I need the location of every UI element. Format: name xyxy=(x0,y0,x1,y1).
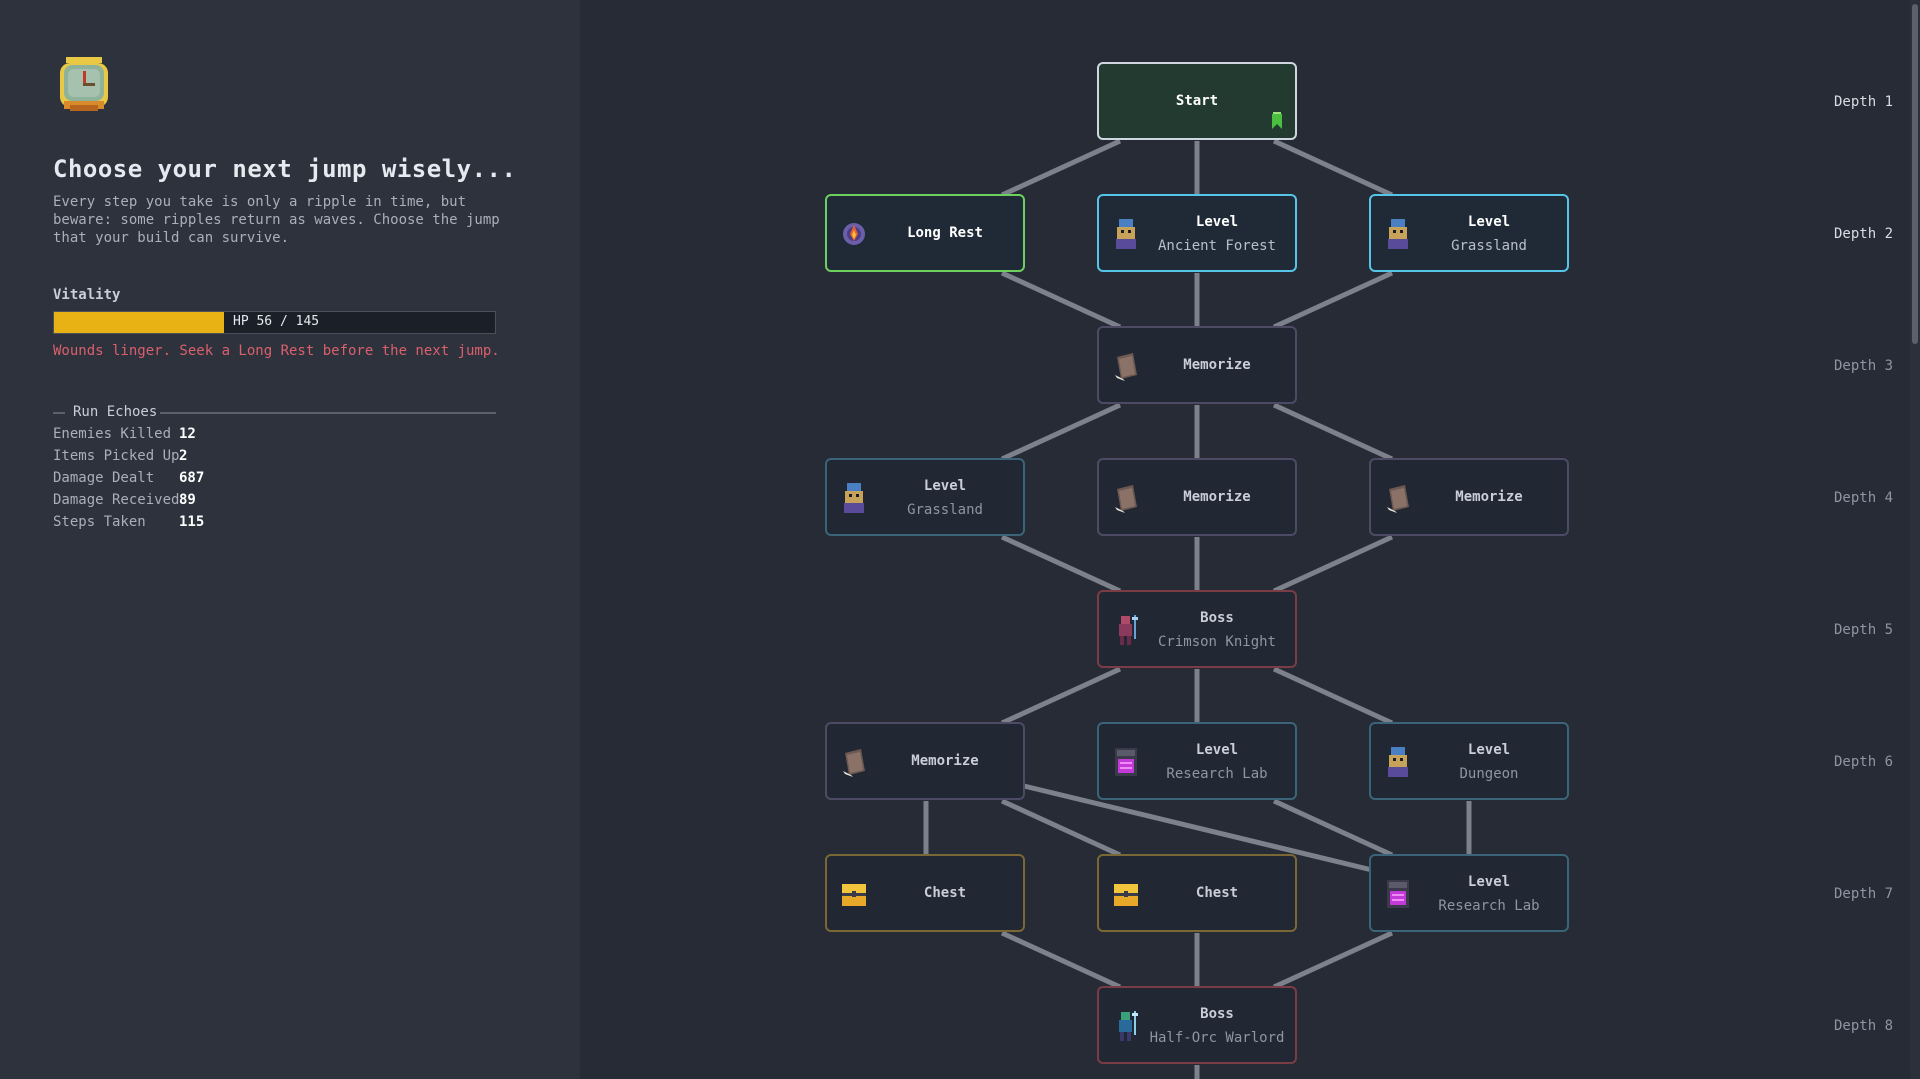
node-subtitle: Grassland xyxy=(907,502,983,518)
node-title: Chest xyxy=(923,885,967,901)
node-memorize[interactable]: Memorize xyxy=(1097,326,1297,404)
node-title: Memorize xyxy=(1455,489,1523,505)
treasure-chest-icon xyxy=(1114,884,1138,906)
depth-label: Depth 3 xyxy=(1834,358,1894,374)
node-title: Memorize xyxy=(1183,357,1251,373)
node-title: Memorize xyxy=(1183,489,1251,505)
node-title: Level xyxy=(923,478,967,494)
node-subtitle: Grassland xyxy=(1451,238,1527,254)
node-title: Level xyxy=(1195,214,1239,230)
node-memorize[interactable]: Memorize xyxy=(825,722,1025,800)
depth-label: Depth 4 xyxy=(1834,490,1894,506)
scrollbar-thumb[interactable] xyxy=(1912,4,1918,344)
node-subtitle: Dungeon xyxy=(1459,766,1519,782)
depth-label: Depth 5 xyxy=(1834,622,1894,638)
node-level-research-lab[interactable]: Level Research Lab xyxy=(1369,854,1569,932)
depth-label: Depth 1 xyxy=(1834,94,1894,110)
depth-label: Depth 7 xyxy=(1834,886,1894,902)
depth-label: Depth 2 xyxy=(1834,226,1894,242)
node-title: Start xyxy=(1175,93,1219,109)
book-icon xyxy=(1387,485,1409,513)
node-subtitle: Crimson Knight xyxy=(1157,634,1276,650)
node-chest[interactable]: Chest xyxy=(825,854,1025,932)
mage-enemy-icon xyxy=(1116,219,1136,249)
campfire-icon xyxy=(843,223,865,245)
node-title: Boss xyxy=(1200,1006,1234,1022)
node-title: Level xyxy=(1467,874,1511,890)
node-title: Long Rest xyxy=(907,225,983,241)
mage-enemy-icon xyxy=(1388,219,1408,249)
node-chest[interactable]: Chest xyxy=(1097,854,1297,932)
warlord-boss-icon xyxy=(1119,1011,1138,1041)
node-start[interactable]: Start xyxy=(1097,62,1297,140)
node-subtitle: Research Lab xyxy=(1438,898,1540,914)
node-memorize[interactable]: Memorize xyxy=(1097,458,1297,536)
book-icon xyxy=(843,749,865,777)
node-title: Chest xyxy=(1195,885,1239,901)
node-subtitle: Research Lab xyxy=(1166,766,1268,782)
mage-enemy-icon xyxy=(844,483,864,513)
scrollbar[interactable] xyxy=(1910,0,1920,1079)
node-title: Boss xyxy=(1200,610,1234,626)
node-level-ancient-forest[interactable]: Level Ancient Forest xyxy=(1097,194,1297,272)
depth-label: Depth 8 xyxy=(1834,1018,1894,1034)
treasure-chest-icon xyxy=(842,884,866,906)
node-title: Memorize xyxy=(911,753,979,769)
book-icon xyxy=(1115,485,1137,513)
node-boss-crimson-knight[interactable]: Boss Crimson Knight xyxy=(1097,590,1297,668)
node-level-grassland[interactable]: Level Grassland xyxy=(1369,194,1569,272)
node-subtitle: Ancient Forest xyxy=(1157,238,1276,254)
lab-machine-icon xyxy=(1387,880,1409,908)
node-title: Level xyxy=(1467,742,1511,758)
node-level-research-lab[interactable]: Level Research Lab xyxy=(1097,722,1297,800)
book-icon xyxy=(1115,353,1137,381)
node-title: Level xyxy=(1195,742,1239,758)
bookmark-flag-icon xyxy=(1272,112,1282,129)
node-long-rest[interactable]: Long Rest xyxy=(825,194,1025,272)
knight-boss-icon xyxy=(1119,615,1138,645)
node-boss-half-orc-warlord[interactable]: Boss Half-Orc Warlord xyxy=(1097,986,1297,1064)
node-level-grassland[interactable]: Level Grassland xyxy=(825,458,1025,536)
node-memorize[interactable]: Memorize xyxy=(1369,458,1569,536)
node-subtitle: Half-Orc Warlord xyxy=(1149,1030,1285,1046)
depth-label: Depth 6 xyxy=(1834,754,1894,770)
lab-machine-icon xyxy=(1115,748,1137,776)
mage-enemy-icon xyxy=(1388,747,1408,777)
node-level-dungeon[interactable]: Level Dungeon xyxy=(1369,722,1569,800)
node-title: Level xyxy=(1467,214,1511,230)
